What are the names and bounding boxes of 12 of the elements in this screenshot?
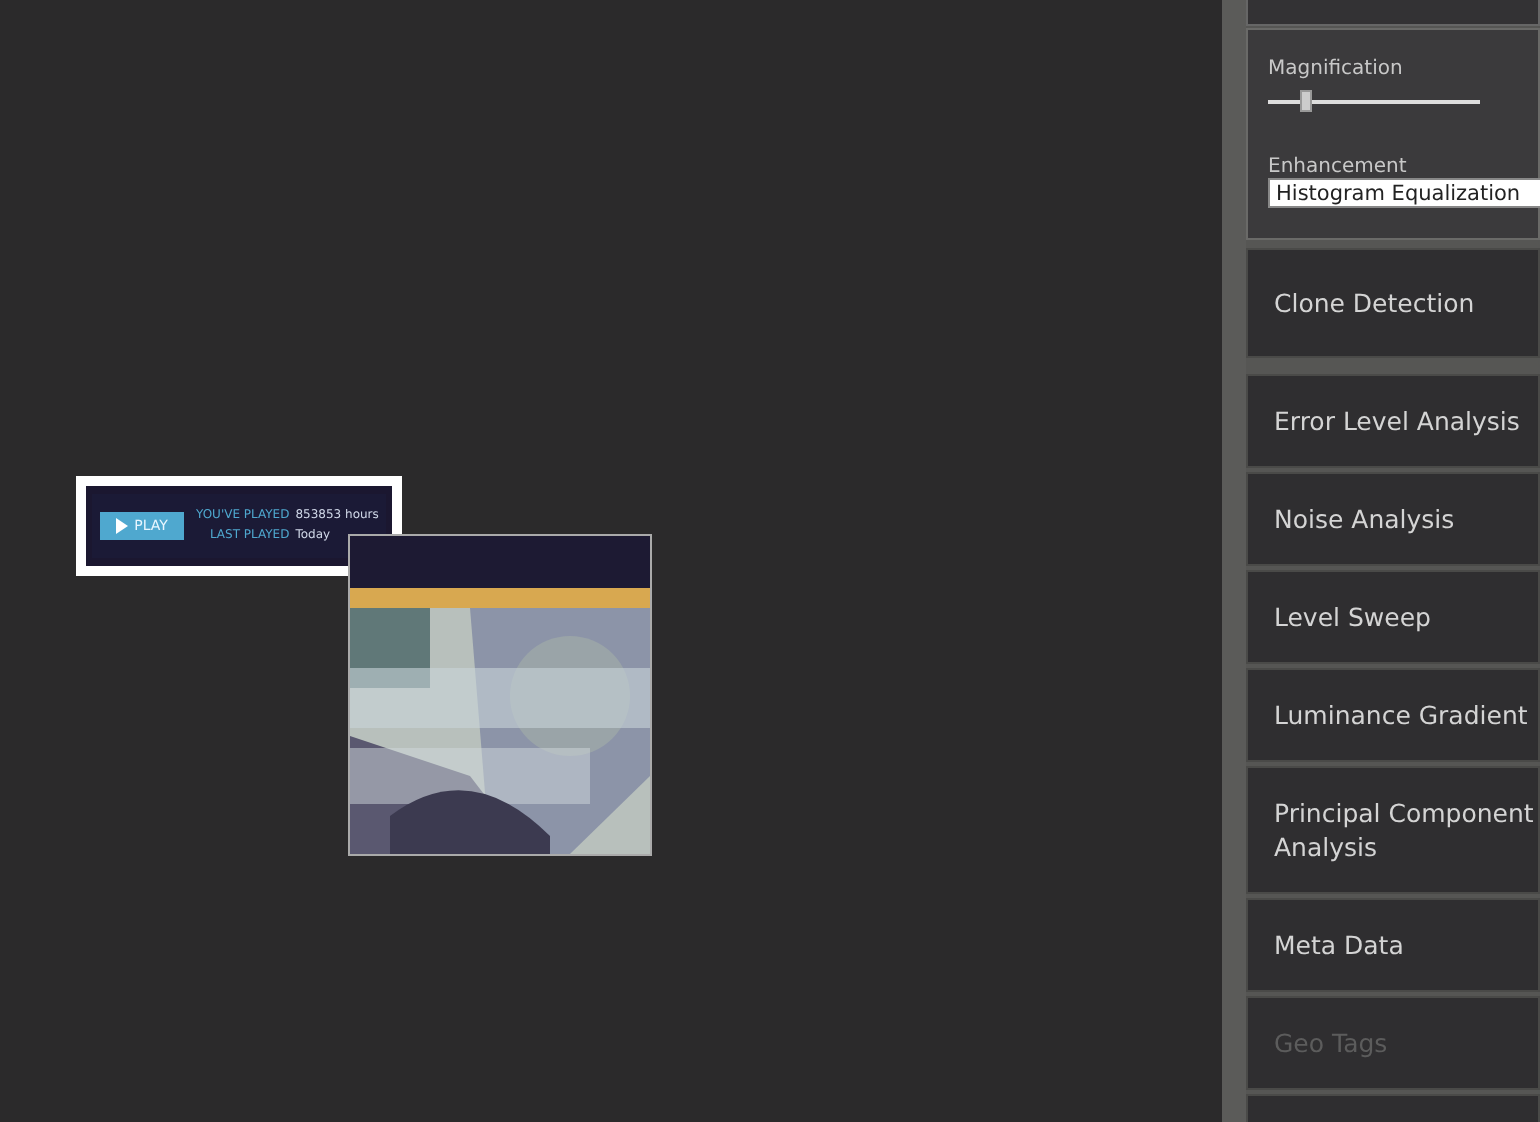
play-icon: [116, 518, 129, 534]
tool-button[interactable]: Noise Analysis: [1246, 472, 1540, 566]
magnification-label: Magnification: [1268, 58, 1403, 80]
tool-button[interactable]: Luminance Gradient: [1246, 668, 1540, 762]
tool-button[interactable]: Level Sweep: [1246, 570, 1540, 664]
tool-button[interactable]: Error Level Analysis: [1246, 374, 1540, 468]
tool-button[interactable]: Principal Component Analysis: [1246, 766, 1540, 894]
enhancement-dropdown[interactable]: Histogram Equalization: [1268, 178, 1540, 208]
slider-thumb[interactable]: [1300, 90, 1313, 112]
tool-button[interactable]: Clone Detection: [1246, 248, 1540, 358]
tool-button[interactable]: Meta Data: [1246, 898, 1540, 992]
enhancement-label: Enhancement: [1268, 156, 1407, 178]
